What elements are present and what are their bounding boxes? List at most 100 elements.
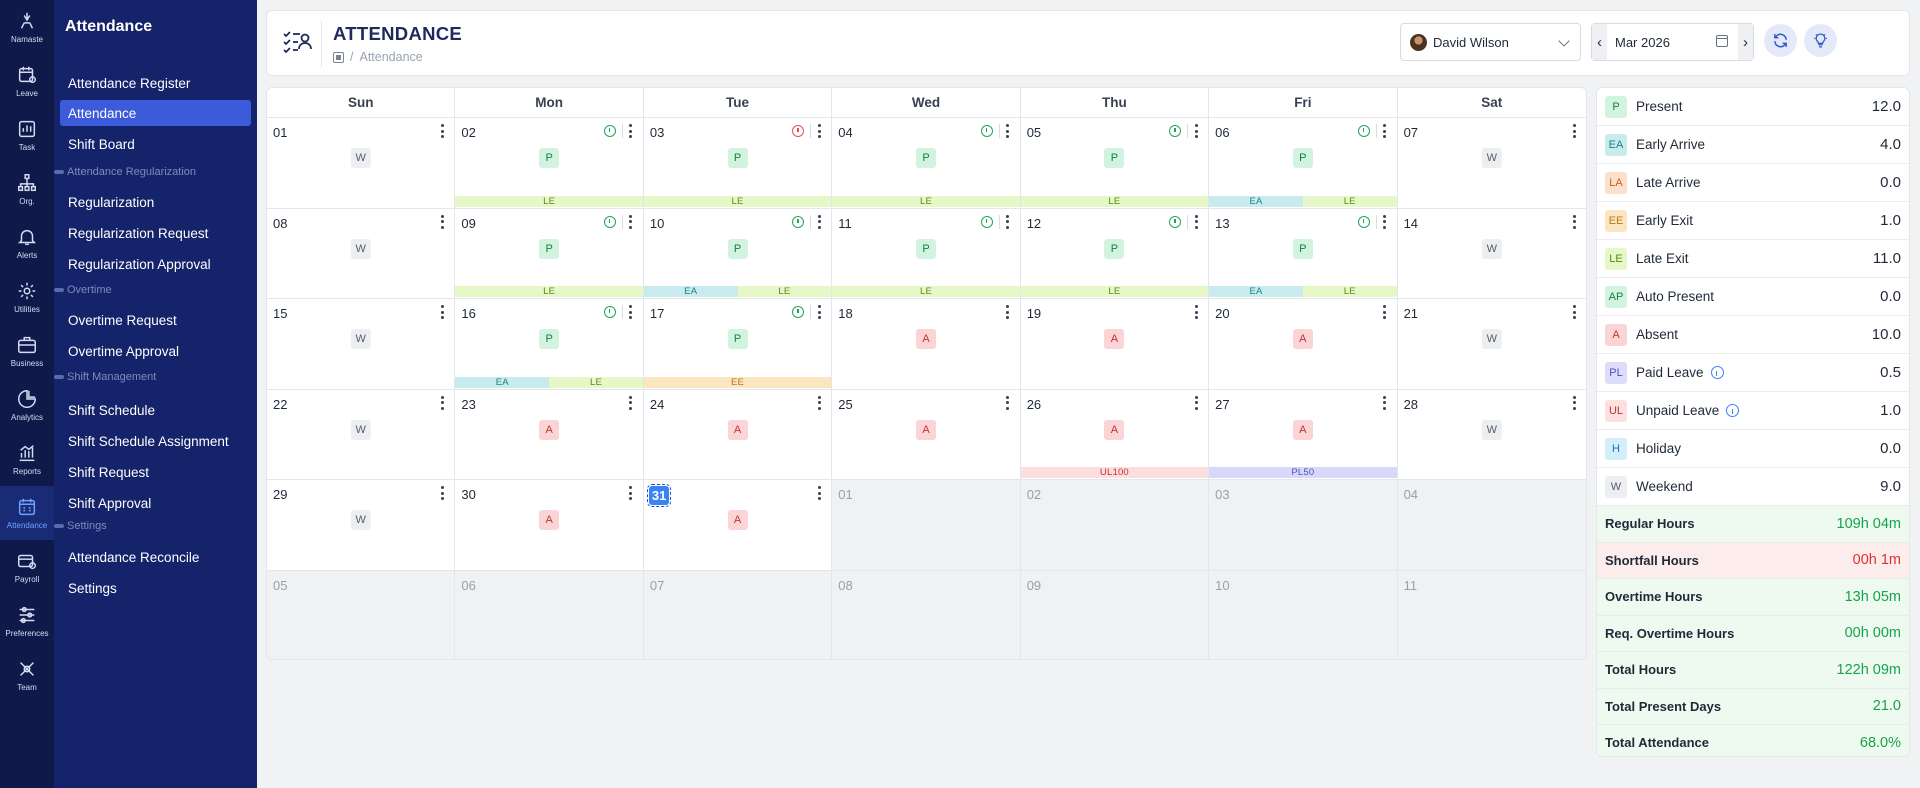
calendar-day-cell[interactable]: 03 P LE — [643, 118, 833, 209]
day-menu-button[interactable] — [1006, 395, 1010, 410]
day-menu-button[interactable] — [629, 214, 633, 229]
calendar-day-cell[interactable]: 08 — [832, 570, 1021, 659]
calendar-day-cell[interactable]: 18 A — [832, 299, 1021, 390]
rail-item-preferences[interactable]: Preferences — [0, 594, 54, 648]
sidebar-item-shift-schedule-assignment[interactable]: Shift Schedule Assignment — [60, 428, 251, 454]
sidebar-item-attendance-reconcile[interactable]: Attendance Reconcile — [60, 544, 251, 570]
day-menu-button[interactable] — [440, 124, 444, 138]
rail-item-attendance[interactable]: Attendance — [0, 486, 54, 540]
calendar-day-cell[interactable]: 06 — [455, 570, 644, 659]
rail-item-namaste[interactable]: Namaste — [0, 0, 54, 54]
info-icon[interactable] — [792, 215, 805, 228]
info-icon[interactable] — [603, 125, 616, 137]
calendar-day-cell[interactable]: 26 A UL100 — [1020, 389, 1210, 480]
calendar-day-cell[interactable]: 10 P EA LE — [643, 208, 833, 299]
rail-item-team[interactable]: Team — [0, 648, 54, 702]
info-icon[interactable] — [980, 215, 993, 228]
day-menu-button[interactable] — [817, 214, 821, 229]
calendar-day-cell[interactable]: 23 A — [455, 389, 644, 480]
info-icon[interactable] — [603, 306, 616, 318]
calendar-day-cell[interactable]: 03 — [1209, 480, 1398, 571]
sidebar-item-shift-request[interactable]: Shift Request — [60, 459, 251, 485]
calendar-day-cell[interactable]: 06 P EA LE — [1209, 118, 1398, 209]
day-menu-button[interactable] — [629, 395, 633, 410]
calendar-day-cell[interactable]: 10 — [1209, 570, 1398, 659]
day-menu-button[interactable] — [440, 395, 444, 410]
calendar-day-cell[interactable]: 22 W — [267, 389, 456, 480]
day-menu-button[interactable] — [1383, 395, 1387, 410]
day-menu-button[interactable] — [629, 486, 633, 500]
calendar-day-cell[interactable]: 07 W — [1397, 118, 1586, 209]
sidebar-item-settings[interactable]: Settings — [60, 575, 251, 601]
info-icon[interactable] — [1710, 366, 1724, 379]
day-menu-button[interactable] — [1006, 305, 1010, 319]
info-icon[interactable] — [1357, 215, 1370, 228]
day-menu-button[interactable] — [1194, 124, 1198, 138]
day-menu-button[interactable] — [440, 486, 444, 500]
day-menu-button[interactable] — [1572, 214, 1576, 229]
rail-item-business[interactable]: Business — [0, 324, 54, 378]
day-menu-button[interactable] — [817, 305, 821, 319]
calendar-day-cell[interactable]: 25 A — [832, 389, 1021, 480]
day-menu-button[interactable] — [1383, 214, 1387, 229]
home-icon[interactable] — [333, 51, 344, 63]
calendar-day-cell[interactable]: 01 — [832, 480, 1021, 571]
calendar-day-cell[interactable]: 28 W — [1397, 389, 1586, 480]
sidebar-item-regularization[interactable]: Regularization — [60, 189, 251, 215]
day-menu-button[interactable] — [817, 486, 821, 500]
day-menu-button[interactable] — [1194, 395, 1198, 410]
sidebar-item-shift-approval[interactable]: Shift Approval — [60, 490, 251, 516]
info-icon[interactable] — [792, 306, 805, 318]
calendar-day-cell[interactable]: 12 P LE — [1020, 208, 1210, 299]
month-picker[interactable]: Mar 2026 — [1607, 34, 1738, 50]
rail-item-payroll[interactable]: Payroll — [0, 540, 54, 594]
calendar-day-cell[interactable]: 02 — [1020, 480, 1210, 571]
day-menu-button[interactable] — [1006, 214, 1010, 229]
calendar-day-cell[interactable]: 04 P LE — [832, 118, 1021, 209]
calendar-day-cell[interactable]: 04 — [1397, 480, 1586, 571]
calendar-day-cell[interactable]: 08 W — [267, 208, 456, 299]
sidebar-item-shift-board[interactable]: Shift Board — [60, 131, 251, 157]
calendar-day-cell[interactable]: 09 — [1020, 570, 1210, 659]
calendar-day-cell[interactable]: 29 W — [267, 480, 456, 571]
calendar-day-cell[interactable]: 15 W — [267, 299, 456, 390]
day-menu-button[interactable] — [1383, 305, 1387, 319]
rail-item-org[interactable]: Org. — [0, 162, 54, 216]
day-menu-button[interactable] — [1194, 214, 1198, 229]
rail-item-reports[interactable]: Reports — [0, 432, 54, 486]
calendar-day-cell[interactable]: 09 P LE — [455, 208, 644, 299]
sidebar-item-regularization-approval[interactable]: Regularization Approval — [60, 251, 251, 277]
day-menu-button[interactable] — [440, 305, 444, 319]
info-icon[interactable] — [980, 125, 993, 137]
day-menu-button[interactable] — [1572, 124, 1576, 138]
calendar-day-cell[interactable]: 05 — [267, 570, 456, 659]
calendar-day-cell[interactable]: 24 A — [643, 389, 833, 480]
sidebar-item-attendance-register[interactable]: Attendance Register — [60, 70, 251, 96]
day-menu-button[interactable] — [817, 395, 821, 410]
prev-month-button[interactable]: ‹ — [1592, 24, 1607, 60]
info-icon[interactable] — [792, 125, 805, 137]
employee-select[interactable]: David Wilson — [1400, 23, 1581, 61]
sidebar-item-overtime-approval[interactable]: Overtime Approval — [60, 338, 251, 364]
rail-item-task[interactable]: Task — [0, 108, 54, 162]
day-menu-button[interactable] — [440, 214, 444, 229]
sidebar-item-regularization-request[interactable]: Regularization Request — [60, 220, 251, 246]
tips-button[interactable] — [1804, 24, 1837, 57]
rail-item-analytics[interactable]: Analytics — [0, 378, 54, 432]
calendar-day-cell[interactable]: 19 A — [1020, 299, 1210, 390]
rail-item-utilities[interactable]: Utilities — [0, 270, 54, 324]
day-menu-button[interactable] — [629, 305, 633, 319]
info-icon[interactable] — [1726, 404, 1740, 417]
calendar-day-cell[interactable]: 11 — [1397, 570, 1586, 659]
calendar-day-cell[interactable]: 27 A PL50 — [1209, 389, 1398, 480]
rail-item-alerts[interactable]: Alerts — [0, 216, 54, 270]
info-icon[interactable] — [1169, 215, 1182, 228]
calendar-day-cell[interactable]: 02 P LE — [455, 118, 644, 209]
day-menu-button[interactable] — [1572, 305, 1576, 319]
calendar-day-cell[interactable]: 31 A — [643, 480, 833, 571]
calendar-day-cell[interactable]: 11 P LE — [832, 208, 1021, 299]
sidebar-item-attendance[interactable]: Attendance — [60, 100, 251, 126]
day-menu-button[interactable] — [1572, 395, 1576, 410]
calendar-day-cell[interactable]: 16 P EA LE — [455, 299, 644, 390]
day-menu-button[interactable] — [1194, 305, 1198, 319]
